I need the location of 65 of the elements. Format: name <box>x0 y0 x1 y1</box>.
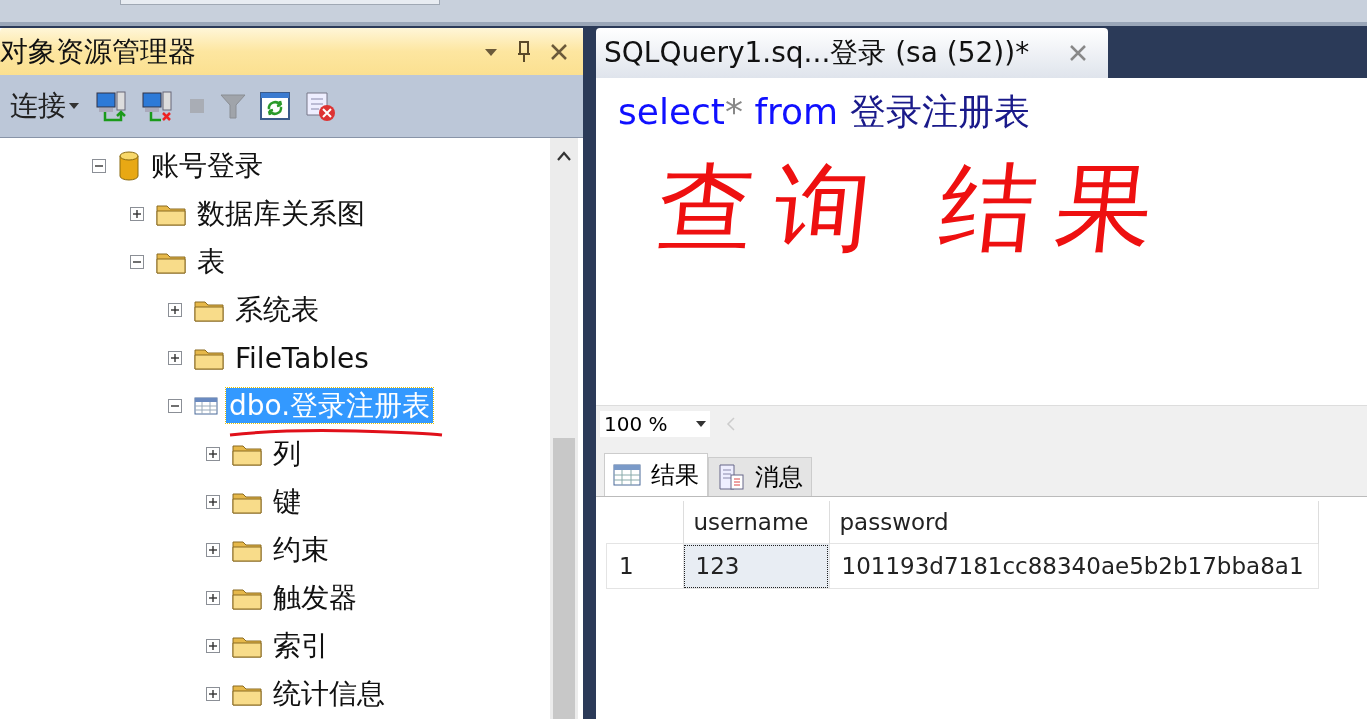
tree-item[interactable]: 表 <box>194 244 228 279</box>
refresh-icon[interactable] <box>259 91 291 121</box>
expander-icon[interactable] <box>206 543 220 557</box>
scroll-up-icon[interactable] <box>556 150 572 162</box>
expander-icon[interactable] <box>130 207 144 221</box>
code-line: select* from 登录注册表 <box>618 90 1031 134</box>
folder-icon <box>232 682 262 706</box>
folder-icon <box>156 202 186 226</box>
column-header[interactable]: password <box>829 501 1318 544</box>
folder-icon <box>232 634 262 658</box>
connect-button[interactable]: 连接 <box>10 87 79 125</box>
caret-icon[interactable] <box>69 103 79 109</box>
expander-icon[interactable] <box>92 159 106 173</box>
caret-icon[interactable] <box>696 421 706 427</box>
table-cell[interactable]: 123 <box>683 543 829 589</box>
expander-icon[interactable] <box>206 639 220 653</box>
expander-icon[interactable] <box>206 591 220 605</box>
tree-item[interactable]: 统计信息 <box>270 676 388 711</box>
tree-item[interactable]: 键 <box>270 484 304 519</box>
pin-icon[interactable] <box>517 40 531 63</box>
expander-icon[interactable] <box>168 303 182 317</box>
folder-icon <box>232 490 262 514</box>
disconnect-server-icon[interactable] <box>141 90 175 122</box>
grid-icon <box>613 463 641 487</box>
expander-icon[interactable] <box>206 687 220 701</box>
scrollbar[interactable] <box>550 138 578 719</box>
column-header[interactable]: username <box>683 501 829 544</box>
tree-item[interactable]: 数据库关系图 <box>194 196 368 231</box>
connect-server-icon[interactable] <box>95 90 129 122</box>
script-cancel-icon[interactable] <box>303 89 337 123</box>
close-icon[interactable] <box>1068 43 1088 63</box>
folder-icon <box>232 538 262 562</box>
tree-item[interactable]: 系统表 <box>232 292 322 327</box>
tree-item[interactable]: 约束 <box>270 532 332 567</box>
tree-item[interactable]: FileTables <box>232 340 372 376</box>
folder-icon <box>156 250 186 274</box>
table-cell[interactable]: 101193d7181cc88340ae5b2b17bba8a1 <box>829 543 1318 589</box>
document-icon <box>717 463 745 491</box>
expander-icon[interactable] <box>168 351 182 365</box>
tree-item[interactable]: 触发器 <box>270 580 360 615</box>
result-tab[interactable]: 消息 <box>708 457 812 496</box>
query-tab[interactable]: SQLQuery1.sq...登录 (sa (52))* <box>596 28 1108 78</box>
folder-icon <box>232 586 262 610</box>
result-tab[interactable]: 结果 <box>604 453 708 496</box>
table-icon <box>194 396 218 416</box>
panel-title: 对象资源管理器 <box>0 33 197 70</box>
tab-title: SQLQuery1.sq...登录 (sa (52))* <box>604 35 1030 71</box>
row-number: 1 <box>606 543 683 589</box>
expander-icon[interactable] <box>130 255 144 269</box>
folder-icon <box>194 346 224 370</box>
database-icon <box>118 151 140 181</box>
folder-icon <box>232 442 262 466</box>
close-icon[interactable] <box>549 41 569 62</box>
expander-icon[interactable] <box>206 447 220 461</box>
tree-item[interactable]: 列 <box>270 436 304 471</box>
folder-icon <box>194 298 224 322</box>
expander-icon[interactable] <box>206 495 220 509</box>
scroll-thumb[interactable] <box>553 438 575 719</box>
handwritten-annotation: 查询 结果 <box>651 151 1180 266</box>
query-editor[interactable]: select* from 登录注册表 查询 结果 <box>596 78 1367 405</box>
dropdown-icon[interactable] <box>483 46 499 57</box>
tree-item[interactable]: 索引 <box>270 628 332 663</box>
tree-item[interactable]: 账号登录 <box>148 148 266 183</box>
expander-icon[interactable] <box>168 399 182 413</box>
zoom-dropdown[interactable]: 100 % <box>600 411 710 437</box>
